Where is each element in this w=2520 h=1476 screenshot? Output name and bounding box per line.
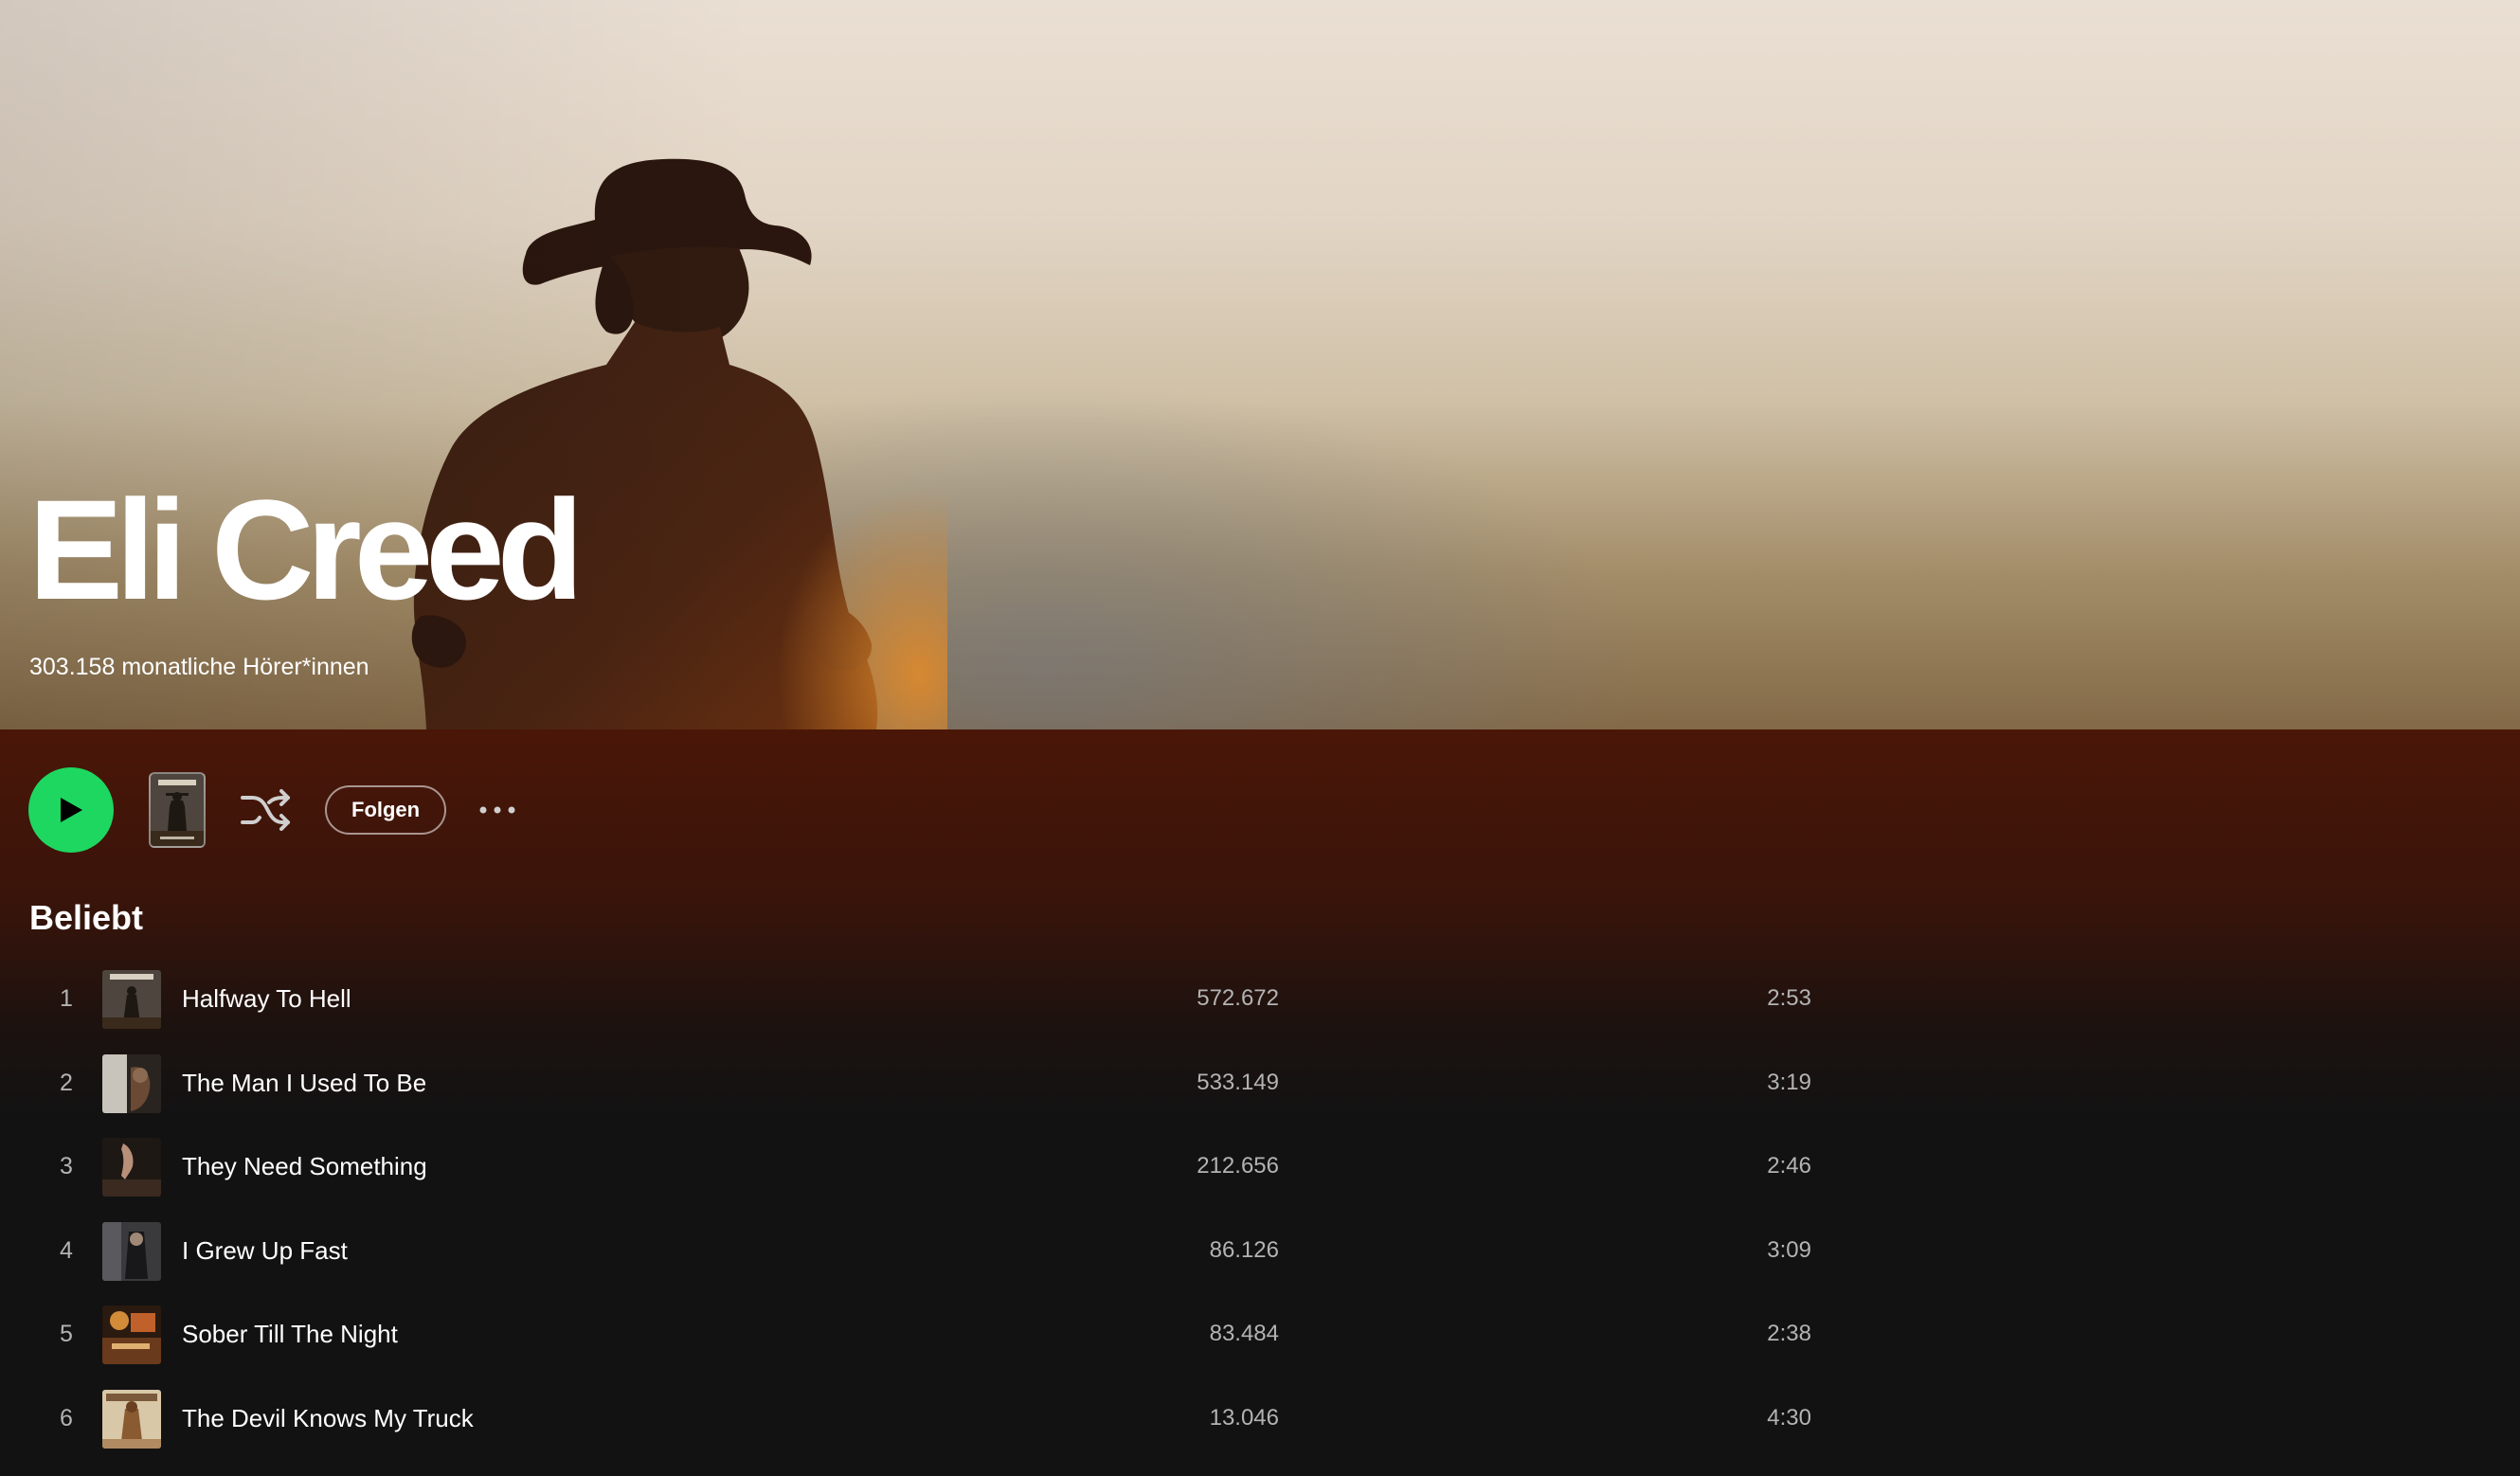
shuffle-button[interactable] [239, 786, 292, 834]
track-number: 5 [60, 1321, 73, 1348]
track-duration: 2:53 [1767, 985, 1811, 1011]
more-options-button[interactable] [477, 796, 524, 824]
track-duration: 2:46 [1767, 1153, 1811, 1179]
track-title[interactable]: They Need Something [182, 1125, 427, 1208]
artist-name: Eli Creed [28, 470, 584, 629]
artist-hero-banner: Eli Creed 303.158 monatliche Hörer*innen [0, 0, 2520, 729]
play-icon [61, 798, 82, 822]
track-row[interactable]: 6 The Devil Knows My Truck 13.046 4:30 [28, 1377, 1828, 1461]
monthly-listeners: 303.158 monatliche Hörer*innen [29, 654, 369, 680]
track-title[interactable]: I Grew Up Fast [182, 1209, 348, 1292]
track-duration: 3:19 [1767, 1069, 1811, 1095]
track-cover-image [102, 1305, 161, 1365]
track-number: 4 [60, 1236, 73, 1264]
track-row[interactable]: 4 I Grew Up Fast 86.126 3:09 [28, 1209, 1828, 1293]
track-duration: 2:38 [1767, 1321, 1811, 1347]
track-row[interactable]: 1 Halfway To Hell 572.672 2:53 [28, 957, 1828, 1041]
track-cover-image [102, 1221, 161, 1281]
track-duration: 4:30 [1767, 1404, 1811, 1431]
track-play-count: 13.046 [1209, 1404, 1279, 1431]
more-options-icon [479, 806, 515, 814]
track-cover-image [102, 1138, 161, 1197]
popular-section-title: Beliebt [29, 898, 144, 937]
follow-button[interactable]: Folgen [325, 785, 447, 835]
track-title[interactable]: The Man I Used To Be [182, 1041, 426, 1125]
play-button[interactable] [28, 767, 114, 853]
track-duration: 3:09 [1767, 1236, 1811, 1263]
track-play-count: 83.484 [1209, 1321, 1279, 1347]
track-play-count: 572.672 [1197, 985, 1279, 1011]
track-play-count: 86.126 [1209, 1236, 1279, 1263]
track-cover-image [102, 1053, 161, 1113]
track-number: 1 [60, 985, 73, 1012]
shuffle-icon [241, 789, 290, 831]
track-row[interactable]: 5 Sober Till The Night 83.484 2:38 [28, 1292, 1828, 1377]
album-cover-icon [151, 774, 204, 846]
popular-tracks-list: 1 Halfway To Hell 572.672 2:53 2 The Man… [28, 957, 1828, 1461]
track-number: 6 [60, 1404, 73, 1431]
track-number: 3 [60, 1153, 73, 1180]
track-title[interactable]: Halfway To Hell [182, 957, 351, 1040]
artist-preview-thumbnail[interactable] [149, 772, 206, 848]
track-row[interactable]: 2 The Man I Used To Be 533.149 3:19 [28, 1041, 1828, 1125]
track-number: 2 [60, 1069, 73, 1096]
track-title[interactable]: Sober Till The Night [182, 1292, 398, 1376]
action-bar: Folgen [28, 765, 976, 855]
track-play-count: 533.149 [1197, 1069, 1279, 1095]
track-play-count: 212.656 [1197, 1153, 1279, 1179]
track-cover-image [102, 970, 161, 1029]
track-row[interactable]: 3 They Need Something 212.656 2:46 [28, 1125, 1828, 1209]
track-title[interactable]: The Devil Knows My Truck [182, 1377, 474, 1460]
track-cover-image [102, 1389, 161, 1449]
artist-content: Folgen Beliebt 1 Halfway To Hell 572.672… [0, 729, 2520, 1476]
